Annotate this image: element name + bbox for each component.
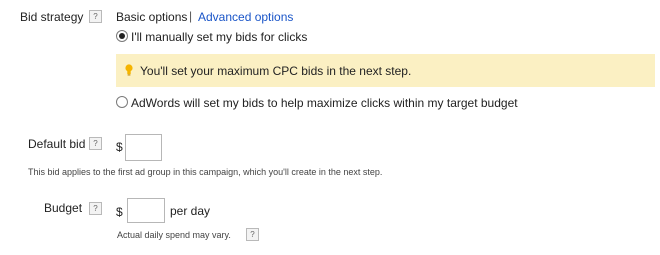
budget-note: Actual daily spend may vary.	[117, 230, 231, 240]
default-bid-label: Default bid	[28, 137, 86, 151]
options-tab-separator: |	[189, 9, 193, 23]
cpc-info-banner: You'll set your maximum CPC bids in the …	[116, 54, 655, 87]
bid-strategy-help-icon[interactable]: ?	[89, 10, 102, 23]
auto-bids-label[interactable]: AdWords will set my bids to help maximiz…	[131, 96, 518, 110]
budget-label: Budget	[44, 201, 83, 215]
budget-help-icon[interactable]: ?	[89, 202, 102, 215]
bid-strategy-label: Bid strategy	[20, 10, 84, 24]
default-bid-help-icon[interactable]: ?	[89, 137, 102, 150]
basic-options-tab: Basic options	[116, 10, 188, 24]
budget-input[interactable]	[127, 198, 165, 223]
default-bid-note: This bid applies to the first ad group i…	[28, 167, 383, 177]
manual-bids-label[interactable]: I'll manually set my bids for clicks	[131, 30, 307, 44]
advanced-options-link[interactable]: Advanced options	[198, 10, 293, 24]
budget-currency: $	[116, 205, 123, 219]
budget-unit: per day	[170, 204, 211, 218]
default-bid-currency: $	[116, 140, 123, 154]
budget-note-help-icon[interactable]: ?	[246, 228, 259, 241]
lightbulb-icon	[125, 64, 133, 76]
manual-bids-radio[interactable]	[116, 30, 128, 42]
auto-bids-radio[interactable]	[116, 96, 128, 108]
default-bid-input[interactable]	[125, 134, 162, 161]
cpc-info-text: You'll set your maximum CPC bids in the …	[140, 64, 412, 78]
